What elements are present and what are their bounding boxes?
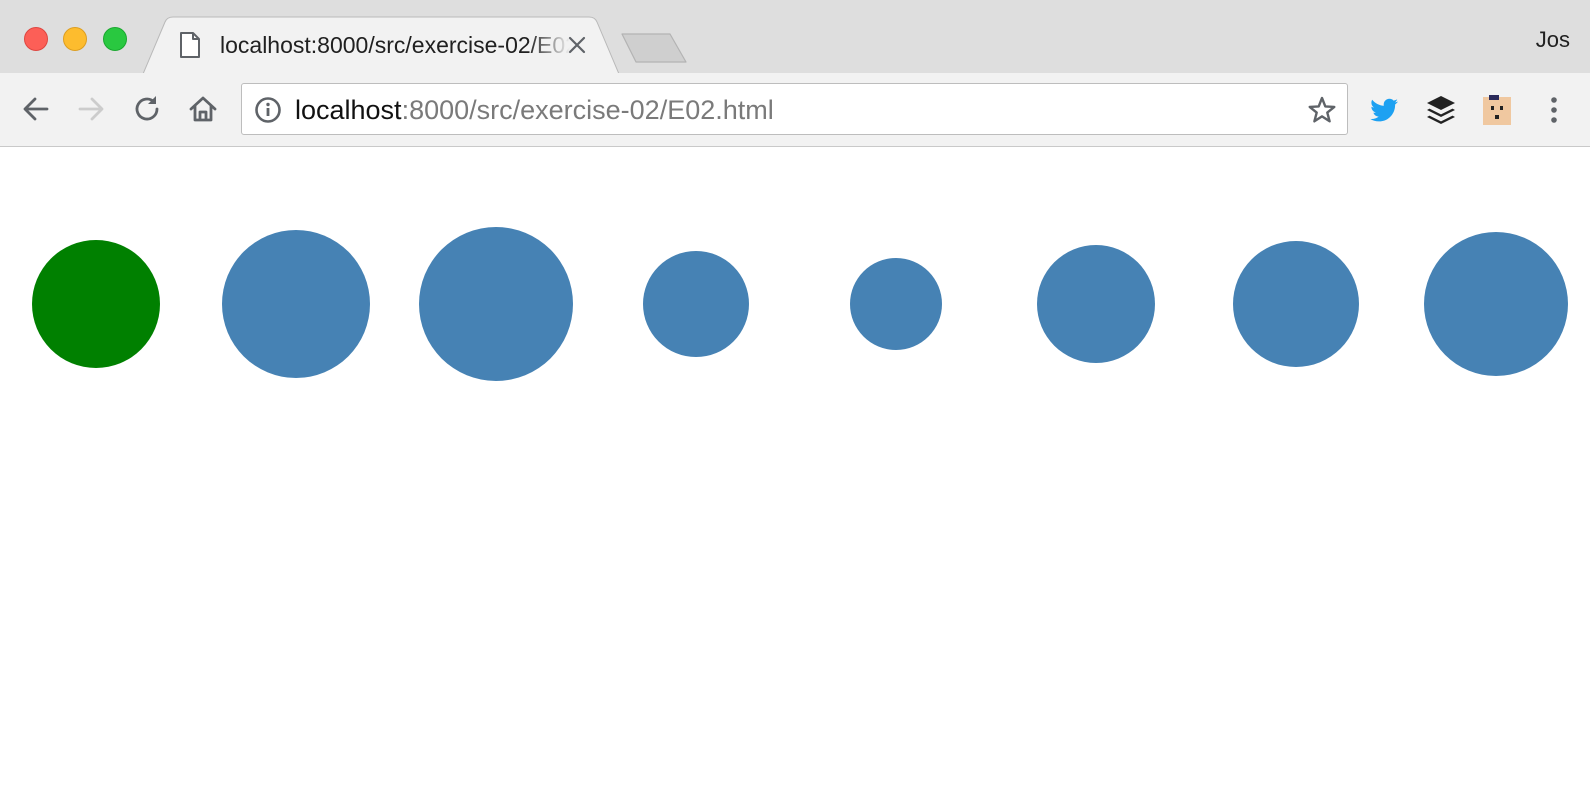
browser-title-bar: localhost:8000/src/exercise-02/E02.html … [0, 0, 1590, 74]
circle-4[interactable] [643, 251, 749, 357]
circle-3[interactable] [419, 227, 573, 381]
browser-tab-active[interactable]: localhost:8000/src/exercise-02/E02.html [143, 16, 633, 74]
buffer-icon[interactable] [1424, 93, 1458, 127]
circle-6[interactable] [1037, 245, 1155, 363]
close-icon[interactable] [568, 36, 586, 54]
window-maximize-button[interactable] [103, 27, 127, 51]
circle-8[interactable] [1424, 232, 1568, 376]
document-icon [180, 32, 200, 58]
home-icon[interactable] [186, 92, 220, 126]
url-text[interactable]: localhost:8000/src/exercise-02/E02.html [295, 94, 774, 126]
info-icon[interactable] [254, 96, 282, 124]
window-minimize-button[interactable] [63, 27, 87, 51]
page-content [0, 147, 1590, 786]
reload-icon[interactable] [130, 92, 164, 126]
url-path: :8000/src/exercise-02/E02.html [401, 95, 774, 125]
browser-toolbar: localhost:8000/src/exercise-02/E02.html [0, 73, 1590, 147]
face-extension-icon[interactable] [1480, 93, 1514, 127]
twitter-icon[interactable] [1367, 93, 1401, 127]
kebab-menu-icon[interactable] [1541, 93, 1567, 127]
tab-title: localhost:8000/src/exercise-02/E02.html [220, 32, 570, 58]
url-host: localhost [295, 95, 402, 125]
circle-7[interactable] [1233, 241, 1359, 367]
arrow-right-icon[interactable] [74, 92, 108, 126]
circle-2[interactable] [222, 230, 370, 378]
circle-5[interactable] [850, 258, 942, 350]
circle-1[interactable] [32, 240, 160, 368]
circles-canvas [32, 227, 1568, 381]
address-bar[interactable]: localhost:8000/src/exercise-02/E02.html [241, 83, 1348, 135]
arrow-left-icon[interactable] [19, 92, 53, 126]
new-tab-button[interactable] [620, 32, 690, 64]
star-icon[interactable] [1307, 95, 1337, 125]
profile-name[interactable]: Jos [1536, 27, 1570, 53]
window-close-button[interactable] [24, 27, 48, 51]
